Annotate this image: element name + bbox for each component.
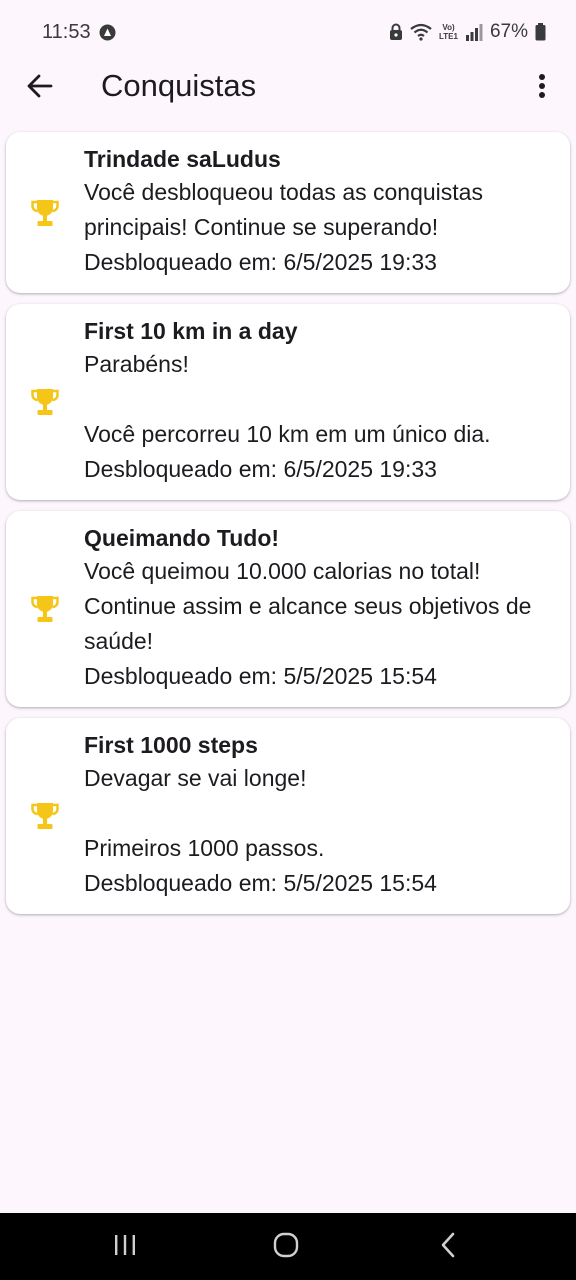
achievement-description: Você desbloqueou todas as conquistas pri… (84, 179, 483, 240)
lock-icon (389, 23, 403, 41)
achievement-card[interactable]: First 10 km in a day Parabéns! Você perc… (6, 304, 570, 500)
battery-icon (535, 23, 546, 41)
achievement-description: Devagar se vai longe! Primeiros 1000 pas… (84, 765, 325, 861)
trophy-icon (31, 387, 59, 417)
achievement-card[interactable]: Trindade saLudus Você desbloqueou todas … (6, 132, 570, 293)
achievement-card[interactable]: Queimando Tudo! Você queimou 10.000 calo… (6, 511, 570, 707)
arrow-back-icon (26, 72, 54, 105)
status-bar: 11:53 Vo) LTE1 67% (0, 0, 576, 64)
back-button[interactable] (22, 70, 58, 106)
page-title: Conquistas (101, 68, 257, 103)
achievement-date: Desbloqueado em: 6/5/2025 19:33 (84, 249, 437, 275)
sync-status-icon (99, 24, 116, 41)
achievement-title: Queimando Tudo! (84, 525, 280, 551)
home-icon (273, 1232, 299, 1263)
achievement-title: Trindade saLudus (84, 146, 281, 172)
achievement-description: Parabéns! Você percorreu 10 km em um úni… (84, 351, 491, 447)
battery-percentage: 67% (489, 21, 528, 42)
system-nav-bar (0, 1213, 576, 1280)
achievement-date: Desbloqueado em: 5/5/2025 15:54 (84, 663, 437, 689)
achievement-title: First 1000 steps (84, 732, 258, 758)
achievement-description: Você queimou 10.000 calorias no total! C… (84, 558, 532, 654)
home-button[interactable] (270, 1231, 302, 1263)
wifi-icon (410, 23, 432, 41)
volte-icon: Vo) LTE1 (439, 23, 458, 41)
trophy-icon (31, 801, 59, 831)
recents-icon (113, 1234, 137, 1261)
achievement-title: First 10 km in a day (84, 318, 298, 344)
more-vert-icon (538, 73, 546, 104)
nav-back-icon (440, 1232, 456, 1263)
status-right: Vo) LTE1 67% (389, 21, 546, 43)
trophy-icon (31, 198, 59, 228)
trophy-icon (31, 594, 59, 624)
network-label: LTE1 (439, 32, 458, 41)
system-back-button[interactable] (434, 1231, 462, 1263)
signal-icon (465, 23, 483, 41)
more-options-button[interactable] (526, 70, 558, 106)
achievement-date: Desbloqueado em: 5/5/2025 15:54 (84, 870, 437, 896)
volte-label: Vo) (442, 23, 455, 32)
achievements-list: Trindade saLudus Você desbloqueou todas … (6, 132, 570, 925)
achievement-date: Desbloqueado em: 6/5/2025 19:33 (84, 456, 437, 482)
status-left: 11:53 (42, 21, 116, 44)
app-bar: Conquistas (0, 64, 576, 110)
recents-button[interactable] (110, 1231, 140, 1263)
status-time: 11:53 (42, 20, 91, 43)
achievement-card[interactable]: First 1000 steps Devagar se vai longe! P… (6, 718, 570, 914)
